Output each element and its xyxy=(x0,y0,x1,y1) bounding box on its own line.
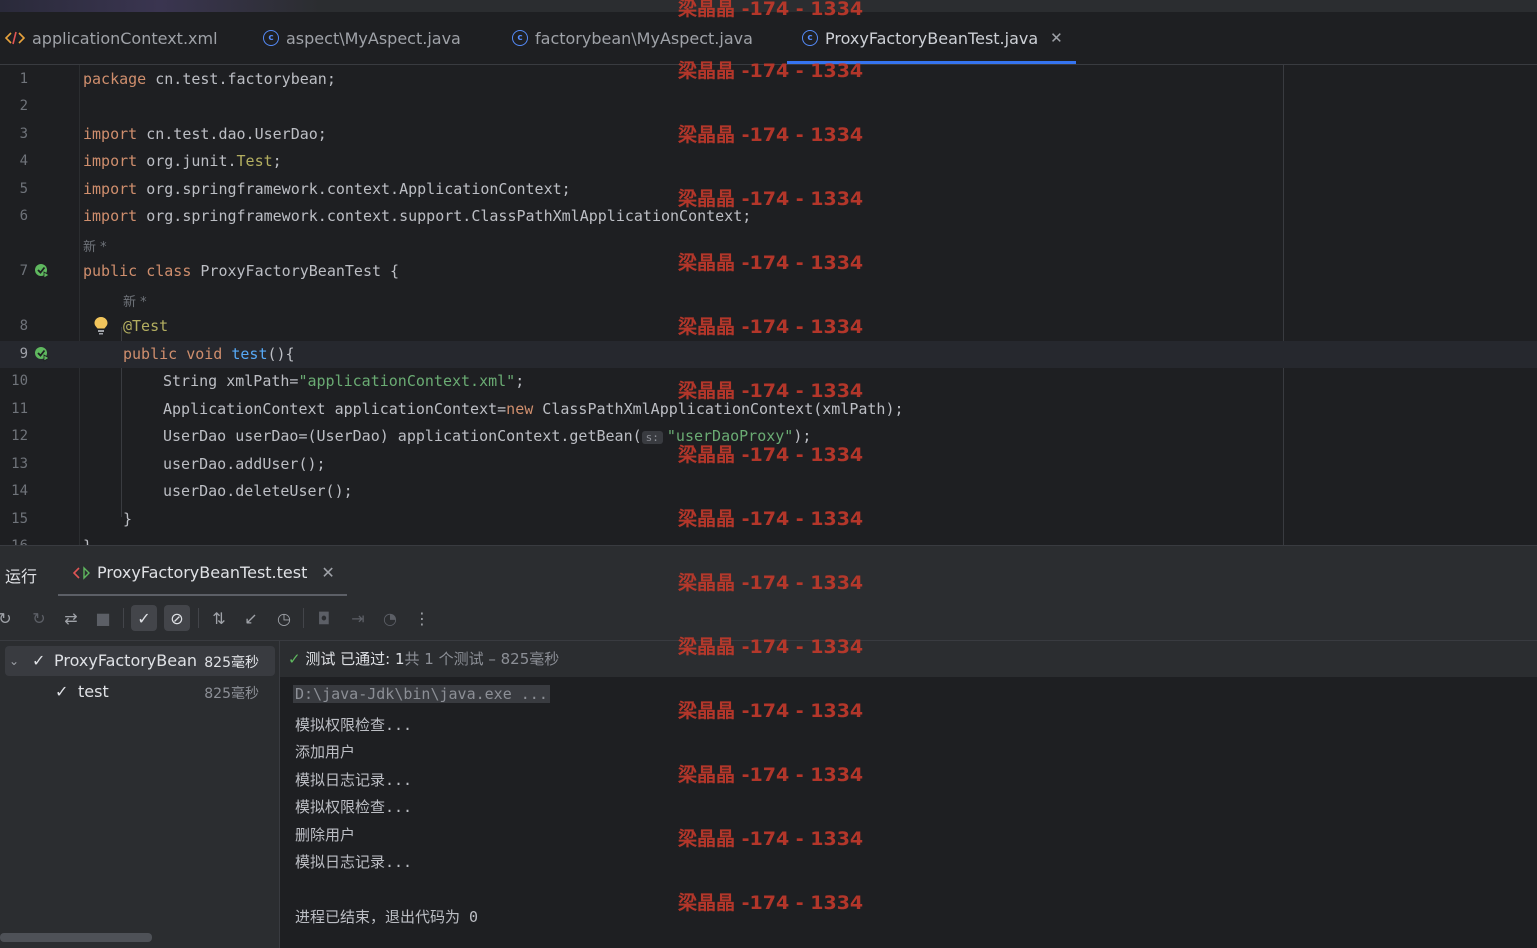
code-line[interactable]: 15 } xyxy=(0,506,1537,533)
close-icon[interactable]: ✕ xyxy=(1050,29,1063,47)
xml-icon xyxy=(5,30,25,46)
class-icon: c xyxy=(512,30,528,46)
show-passed-icon[interactable]: ✓ xyxy=(131,605,157,631)
console-line: 模拟日志记录... xyxy=(295,771,413,789)
code-line[interactable]: 13 userDao.addUser(); xyxy=(0,451,1537,478)
editor-tab-bar: applicationContext.xml c aspect\MyAspect… xyxy=(0,12,1537,65)
collapse-icon[interactable]: ↙ xyxy=(238,605,264,631)
code-editor[interactable]: 1 package cn.test.factorybean; 2 3 impor… xyxy=(0,65,1537,545)
chevron-down-icon[interactable]: ⌄ xyxy=(9,654,19,668)
code-line[interactable]: 4 import org.junit.Test; xyxy=(0,148,1537,175)
test-case-row[interactable]: ✓ test 825毫秒 xyxy=(0,677,279,707)
sort-icon[interactable]: ⇅ xyxy=(206,605,232,631)
test-case-label: test xyxy=(78,682,109,701)
tab-label: ProxyFactoryBeanTest.java xyxy=(825,28,1039,48)
code-line[interactable]: 11 ApplicationContext applicationContext… xyxy=(0,396,1537,423)
show-ignored-icon[interactable]: ⊘ xyxy=(164,605,190,631)
run-panel-title: 运行 xyxy=(5,567,38,586)
code-line[interactable]: 12 UserDao userDao=(UserDao) application… xyxy=(0,423,1537,450)
code-line[interactable]: 1 package cn.test.factorybean; xyxy=(0,66,1537,93)
history-icon[interactable]: ◷ xyxy=(271,605,297,631)
console-line: 模拟权限检查... xyxy=(295,716,413,734)
close-icon[interactable]: ✕ xyxy=(321,563,334,582)
console-line: 删除用户 xyxy=(295,826,356,844)
code-line[interactable]: 7 public class ProxyFactoryBeanTest { xyxy=(0,258,1537,285)
console-line: 添加用户 xyxy=(295,743,356,761)
camera-icon[interactable]: ◘ xyxy=(311,605,337,631)
check-icon: ✓ xyxy=(32,651,46,670)
more-options-icon[interactable]: ⋮ xyxy=(409,605,435,631)
run-toolbar: ↻ ↻ ⇄ ■ ✓ ⊘ ⇅ ↙ ◷ ◘ ⇥ ◔ ⋮ xyxy=(0,596,1537,641)
test-config-icon xyxy=(73,565,91,580)
author-inlay: 新 * xyxy=(83,240,107,255)
console-line: 模拟权限检查... xyxy=(295,798,413,816)
stop-icon[interactable]: ■ xyxy=(90,605,116,631)
tab-label: aspect\MyAspect.java xyxy=(286,28,461,48)
console-command-line[interactable]: D:\java-Jdk\bin\java.exe ... xyxy=(293,685,550,703)
tab-factorybean-myaspect[interactable]: c factorybean\MyAspect.java xyxy=(512,12,753,64)
class-icon: c xyxy=(263,30,279,46)
run-tab-label: ProxyFactoryBeanTest.test xyxy=(97,563,308,582)
check-icon: ✓ xyxy=(288,650,301,668)
test-suite-label: ProxyFactoryBean xyxy=(54,651,198,670)
rerun-failed-icon[interactable]: ↻ xyxy=(26,605,52,631)
rerun-icon[interactable]: ↻ xyxy=(0,605,18,631)
code-line[interactable]: 8 @Test xyxy=(0,313,1537,340)
console-exit-line: 进程已结束，退出代码为 0 xyxy=(295,908,479,926)
inlay-hint-row: 新 * xyxy=(0,231,1537,255)
code-line[interactable]: 6 import org.springframework.context.sup… xyxy=(0,203,1537,230)
code-line[interactable]: 14 userDao.deleteUser(); xyxy=(0,478,1537,505)
tab-label: factorybean\MyAspect.java xyxy=(535,28,753,48)
parameter-hint: s: xyxy=(641,431,663,444)
test-suite-row[interactable]: ⌄ ✓ ProxyFactoryBean 825毫秒 xyxy=(5,646,275,676)
tab-label: applicationContext.xml xyxy=(32,28,218,48)
tab-aspect-myaspect[interactable]: c aspect\MyAspect.java xyxy=(263,12,461,64)
code-line[interactable]: 10 String xmlPath="applicationContext.xm… xyxy=(0,368,1537,395)
lightbulb-icon[interactable] xyxy=(93,316,109,340)
toggle-auto-test-icon[interactable]: ⇄ xyxy=(58,605,84,631)
code-line-current[interactable]: 9 public void test(){ xyxy=(0,341,1537,368)
run-test-icon[interactable] xyxy=(34,263,50,279)
test-status-bar: ✓ 测试 已通过: 1共 1 个测试 – 825毫秒 xyxy=(280,641,1537,677)
test-duration: 825毫秒 xyxy=(204,655,259,671)
import-icon[interactable]: ⇥ xyxy=(345,605,371,631)
code-line[interactable]: 2 xyxy=(0,93,1537,120)
tests-passed-text: 测试 已通过: 1 xyxy=(305,650,405,668)
run-tool-window-header: 运行 ProxyFactoryBeanTest.test ✕ xyxy=(0,545,1537,597)
tab-proxyfactorybeantest[interactable]: c ProxyFactoryBeanTest.java ✕ xyxy=(802,12,1063,64)
tests-summary-text: 共 1 个测试 – 825毫秒 xyxy=(404,650,560,668)
console-output[interactable]: ✓ 测试 已通过: 1共 1 个测试 – 825毫秒 D:\java-Jdk\b… xyxy=(280,641,1537,948)
code-line[interactable]: 3 import cn.test.dao.UserDao; xyxy=(0,121,1537,148)
test-duration: 825毫秒 xyxy=(204,686,259,702)
coverage-icon[interactable]: ◔ xyxy=(377,605,403,631)
tab-application-context-xml[interactable]: applicationContext.xml xyxy=(5,12,218,64)
class-icon: c xyxy=(802,30,818,46)
window-top-strip xyxy=(0,0,1537,12)
inlay-hint-row: 新 * xyxy=(0,286,1537,310)
run-test-icon[interactable] xyxy=(34,346,50,362)
code-line[interactable]: 16 } xyxy=(0,533,1537,545)
code-line[interactable]: 5 import org.springframework.context.App… xyxy=(0,176,1537,203)
author-inlay: 新 * xyxy=(123,295,147,310)
horizontal-scrollbar[interactable] xyxy=(0,933,152,942)
active-tab-indicator xyxy=(787,61,1076,64)
check-icon: ✓ xyxy=(55,682,69,701)
test-results-tree: ⌄ ✓ ProxyFactoryBean 825毫秒 ✓ test 825毫秒 xyxy=(0,641,280,948)
run-config-tab[interactable]: ProxyFactoryBeanTest.test ✕ xyxy=(73,563,335,582)
console-line: 模拟日志记录... xyxy=(295,853,413,871)
